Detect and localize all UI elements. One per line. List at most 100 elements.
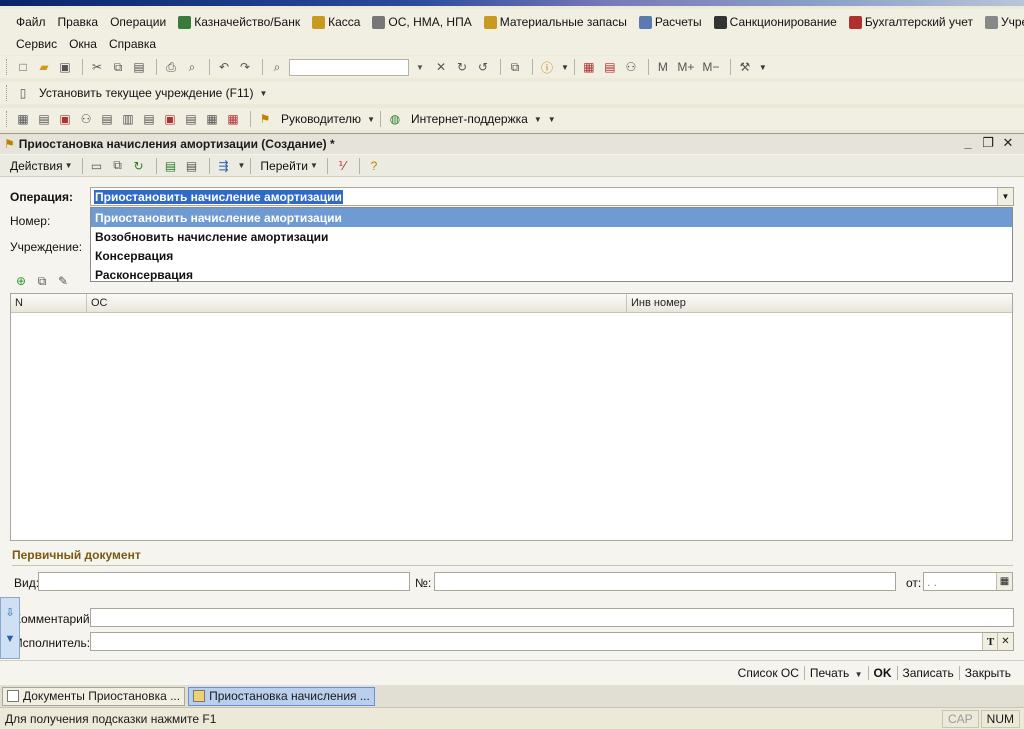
task-current-form[interactable]: Приостановка начисления ... [188, 686, 375, 706]
toolbar-grip[interactable] [6, 85, 9, 101]
memory-m-icon[interactable]: M [654, 58, 672, 76]
side-arrow-down-icon[interactable]: ⇩ [1, 606, 19, 619]
print-icon[interactable]: ⎙ [162, 58, 180, 76]
menu-item-row1-10[interactable]: Учреждение [979, 12, 1024, 32]
report-9-icon[interactable]: ▤ [182, 110, 200, 128]
report-3-icon[interactable]: ▣ [56, 110, 74, 128]
help-icon[interactable]: ? [365, 157, 383, 175]
side-arrow-icon[interactable]: ▼ [1, 633, 19, 645]
find-next-icon[interactable]: ↻ [453, 58, 471, 76]
info-menu-arrow[interactable]: ▼ [561, 63, 569, 72]
menu-item-row1-1[interactable]: Правка [52, 12, 105, 32]
close-button[interactable]: Закрыть [960, 666, 1016, 680]
form-unpost-icon[interactable]: ▤ [183, 157, 201, 175]
form-refresh-icon[interactable]: ↻ [130, 157, 148, 175]
menu-item-row2-1[interactable]: Окна [63, 34, 103, 54]
report-2-icon[interactable]: ▤ [35, 110, 53, 128]
menu-item-row1-6[interactable]: Материальные запасы [478, 12, 633, 32]
restore-icon[interactable]: ❐ [978, 135, 998, 151]
operation-option-suspend[interactable]: Приостановить начисление амортизации [91, 208, 1012, 227]
menu-item-row1-8[interactable]: Санкционирование [708, 12, 843, 32]
menu-item-row2-0[interactable]: Сервис [10, 34, 63, 54]
menu-item-row1-2[interactable]: Операции [104, 12, 172, 32]
info-icon[interactable]: ⓘ [538, 58, 556, 76]
paste-icon[interactable]: ▤ [130, 58, 148, 76]
menu-item-row1-9[interactable]: Бухгалтерский учет [843, 12, 979, 32]
minimize-icon[interactable]: _ [958, 135, 978, 151]
users-icon[interactable]: ⚇ [622, 58, 640, 76]
column-os[interactable]: ОС [87, 294, 627, 312]
report-6-icon[interactable]: ▥ [119, 110, 137, 128]
task-documents[interactable]: Документы Приостановка ... [2, 686, 186, 706]
text-mode-icon[interactable]: T [982, 633, 998, 650]
side-panel-tab[interactable]: ⇩ ▼ [0, 597, 20, 659]
save-button[interactable]: Записать [898, 666, 959, 680]
operation-option-conservation[interactable]: Консервация [91, 246, 1012, 265]
preview-icon[interactable]: ⌕ [183, 58, 201, 76]
close-icon[interactable]: ✕ [998, 135, 1018, 151]
calendar-icon[interactable]: ▤ [601, 58, 619, 76]
report-4-icon[interactable]: ⚇ [77, 110, 95, 128]
comment-field[interactable] [90, 608, 1014, 627]
fixed-assets-grid[interactable]: N ОС Инв номер [10, 293, 1013, 541]
search-combo[interactable] [289, 58, 409, 76]
toolbar3-overflow-arrow[interactable]: ▼ [548, 115, 556, 124]
toolbar2-menu-arrow[interactable]: ▼ [259, 89, 267, 98]
form-copy-icon[interactable]: ⧉ [109, 157, 127, 175]
form-new-icon[interactable]: ▭ [88, 157, 106, 175]
menu-item-row1-3[interactable]: Казначейство/Банк [172, 12, 306, 32]
menu-item-row1-7[interactable]: Расчеты [633, 12, 708, 32]
executor-field[interactable] [90, 632, 1014, 651]
doc-number-field[interactable] [434, 572, 896, 591]
menu-item-row1-0[interactable]: Файл [10, 12, 52, 32]
report-8-icon[interactable]: ▣ [161, 110, 179, 128]
search-icon[interactable]: ⌕ [268, 58, 286, 76]
menu-item-row2-2[interactable]: Справка [103, 34, 162, 54]
memory-minus-icon[interactable]: M− [700, 58, 722, 76]
toolbar-grip[interactable] [6, 111, 9, 127]
report-1-icon[interactable]: ▦ [14, 110, 32, 128]
os-list-button[interactable]: Список ОС [733, 666, 804, 680]
calendar-icon[interactable]: ▦ [996, 573, 1012, 590]
print-button[interactable]: Печать ▼ [805, 666, 868, 680]
operation-select[interactable]: Приостановить начисление амортизации [90, 187, 1014, 206]
clear-field-icon[interactable]: ✕ [997, 633, 1013, 650]
input-based-arrow[interactable]: ▼ [238, 161, 246, 170]
copy-icon[interactable]: ⧉ [109, 58, 127, 76]
redo-icon[interactable]: ↷ [236, 58, 254, 76]
memory-plus-icon[interactable]: M+ [675, 58, 697, 76]
manager-menu-arrow[interactable]: ▼ [367, 115, 375, 124]
operation-option-resume[interactable]: Возобновить начисление амортизации [91, 227, 1012, 246]
report-7-icon[interactable]: ▤ [140, 110, 158, 128]
menu-item-row1-4[interactable]: Касса [306, 12, 366, 32]
goto-menu[interactable]: Перейти ▼ [256, 159, 321, 173]
operation-dropdown-icon[interactable]: ▼ [997, 188, 1013, 205]
cut-icon[interactable]: ✂ [88, 58, 106, 76]
report-5-icon[interactable]: ▤ [98, 110, 116, 128]
manager-button[interactable]: Руководителю [277, 112, 365, 126]
toolbar-grip[interactable] [6, 59, 9, 75]
clear-icon[interactable]: ✕ [432, 58, 450, 76]
column-inv-number[interactable]: Инв номер [627, 294, 1012, 312]
menu-item-row1-5[interactable]: ОС, НМА, НПА [366, 12, 477, 32]
dt-kt-icon[interactable]: ⅟ [333, 157, 351, 175]
combo-dropdown-icon[interactable]: ▼ [411, 58, 429, 76]
doc-kind-field[interactable] [38, 572, 410, 591]
report-11-icon[interactable]: ▦ [224, 110, 242, 128]
column-n[interactable]: N [11, 294, 87, 312]
grid-copy-icon[interactable]: ⧉ [33, 272, 51, 290]
save-icon[interactable]: ▣ [56, 58, 74, 76]
report-10-icon[interactable]: ▦ [203, 110, 221, 128]
calculator-icon[interactable]: ▦ [580, 58, 598, 76]
ok-button[interactable]: OK [869, 666, 897, 680]
tools-icon[interactable]: ⚒ [736, 58, 754, 76]
grid-add-icon[interactable]: ⊕ [12, 272, 30, 290]
new-doc-icon[interactable]: □ [14, 58, 32, 76]
windows-icon[interactable]: ⧉ [506, 58, 524, 76]
open-folder-icon[interactable]: ▰ [35, 58, 53, 76]
tools-menu-arrow[interactable]: ▼ [759, 63, 767, 72]
find-prev-icon[interactable]: ↺ [474, 58, 492, 76]
internet-support-button[interactable]: Интернет-поддержка [407, 112, 532, 126]
form-input-based-icon[interactable]: ⇶ [215, 157, 233, 175]
form-post-icon[interactable]: ▤ [162, 157, 180, 175]
